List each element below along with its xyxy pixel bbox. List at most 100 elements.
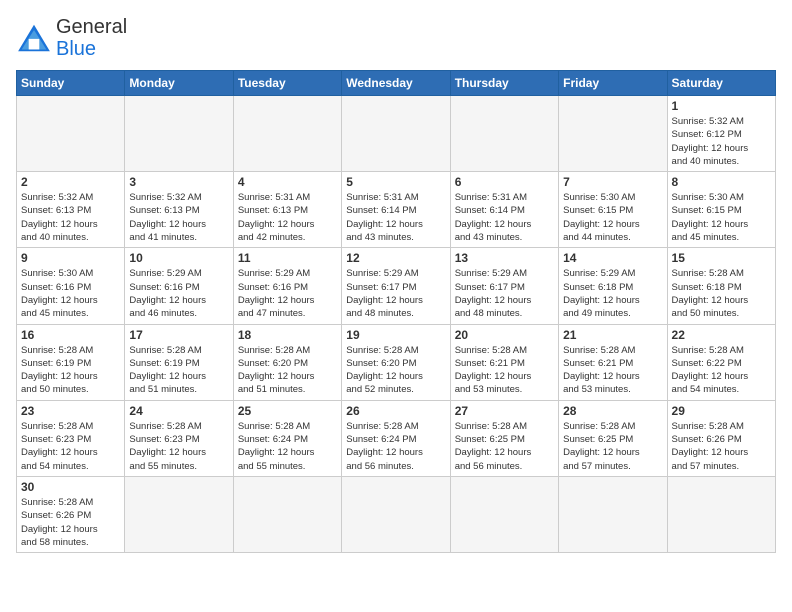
day-info: Sunrise: 5:29 AM Sunset: 6:18 PM Dayligh…: [563, 267, 662, 320]
day-info: Sunrise: 5:31 AM Sunset: 6:14 PM Dayligh…: [455, 191, 554, 244]
calendar-row-4: 16 Sunrise: 5:28 AM Sunset: 6:19 PM Dayli…: [17, 324, 776, 400]
calendar-header-row: SundayMondayTuesdayWednesdayThursdayFrid…: [17, 71, 776, 96]
calendar-cell-13: 8 Sunrise: 5:30 AM Sunset: 6:15 PM Daylig…: [667, 172, 775, 248]
day-number: 5: [346, 175, 445, 189]
day-number: 19: [346, 328, 445, 342]
day-info: Sunrise: 5:28 AM Sunset: 6:23 PM Dayligh…: [21, 420, 120, 473]
calendar-cell-19: 14 Sunrise: 5:29 AM Sunset: 6:18 PM Dayli…: [559, 248, 667, 324]
day-number: 22: [672, 328, 771, 342]
calendar-cell-39: [450, 476, 558, 552]
day-number: 30: [21, 480, 120, 494]
day-number: 16: [21, 328, 120, 342]
day-number: 18: [238, 328, 337, 342]
calendar-cell-22: 17Sunrise: 5:28 AM Sunset: 6:19 PM Dayli…: [125, 324, 233, 400]
calendar-cell-37: [233, 476, 341, 552]
weekday-header-friday: Friday: [559, 71, 667, 96]
day-info: Sunrise: 5:28 AM Sunset: 6:24 PM Dayligh…: [238, 420, 337, 473]
day-info: Sunrise: 5:30 AM Sunset: 6:15 PM Dayligh…: [563, 191, 662, 244]
day-number: 1: [672, 99, 771, 113]
day-info: Sunrise: 5:28 AM Sunset: 6:23 PM Dayligh…: [129, 420, 228, 473]
calendar-cell-0: [17, 96, 125, 172]
calendar-row-6: 30 Sunrise: 5:28 AM Sunset: 6:26 PM Dayli…: [17, 476, 776, 552]
day-number: 14: [563, 251, 662, 265]
day-number: 6: [455, 175, 554, 189]
calendar-cell-17: 12Sunrise: 5:29 AM Sunset: 6:17 PM Dayli…: [342, 248, 450, 324]
day-number: 27: [455, 404, 554, 418]
day-info: Sunrise: 5:32 AM Sunset: 6:13 PM Dayligh…: [129, 191, 228, 244]
weekday-header-sunday: Sunday: [17, 71, 125, 96]
calendar-cell-14: 9 Sunrise: 5:30 AM Sunset: 6:16 PM Daylig…: [17, 248, 125, 324]
day-number: 26: [346, 404, 445, 418]
calendar-cell-10: 5Sunrise: 5:31 AM Sunset: 6:14 PM Daylig…: [342, 172, 450, 248]
calendar-cell-12: 7 Sunrise: 5:30 AM Sunset: 6:15 PM Daylig…: [559, 172, 667, 248]
day-info: Sunrise: 5:31 AM Sunset: 6:13 PM Dayligh…: [238, 191, 337, 244]
day-number: 28: [563, 404, 662, 418]
day-info: Sunrise: 5:28 AM Sunset: 6:19 PM Dayligh…: [129, 344, 228, 397]
calendar-cell-7: 2 Sunrise: 5:32 AM Sunset: 6:13 PM Daylig…: [17, 172, 125, 248]
calendar-cell-25: 20 Sunrise: 5:28 AM Sunset: 6:21 PM Dayli…: [450, 324, 558, 400]
weekday-header-monday: Monday: [125, 71, 233, 96]
calendar-table: SundayMondayTuesdayWednesdayThursdayFrid…: [16, 70, 776, 553]
calendar-cell-21: 16 Sunrise: 5:28 AM Sunset: 6:19 PM Dayli…: [17, 324, 125, 400]
calendar-cell-6: 1 Sunrise: 5:32 AM Sunset: 6:12 PM Daylig…: [667, 96, 775, 172]
calendar-cell-24: 19 Sunrise: 5:28 AM Sunset: 6:20 PM Dayli…: [342, 324, 450, 400]
day-number: 9: [21, 251, 120, 265]
calendar-cell-38: [342, 476, 450, 552]
day-info: Sunrise: 5:29 AM Sunset: 6:17 PM Dayligh…: [455, 267, 554, 320]
logo: General Blue: [16, 16, 127, 60]
calendar-cell-11: 6 Sunrise: 5:31 AM Sunset: 6:14 PM Daylig…: [450, 172, 558, 248]
day-number: 3: [129, 175, 228, 189]
day-info: Sunrise: 5:28 AM Sunset: 6:19 PM Dayligh…: [21, 344, 120, 397]
calendar-cell-5: [559, 96, 667, 172]
day-number: 15: [672, 251, 771, 265]
calendar-row-5: 23 Sunrise: 5:28 AM Sunset: 6:23 PM Dayli…: [17, 400, 776, 476]
weekday-header-tuesday: Tuesday: [233, 71, 341, 96]
day-info: Sunrise: 5:28 AM Sunset: 6:24 PM Dayligh…: [346, 420, 445, 473]
calendar-cell-36: [125, 476, 233, 552]
day-number: 12: [346, 251, 445, 265]
calendar-row-2: 2 Sunrise: 5:32 AM Sunset: 6:13 PM Daylig…: [17, 172, 776, 248]
day-info: Sunrise: 5:32 AM Sunset: 6:13 PM Dayligh…: [21, 191, 120, 244]
calendar-cell-26: 21 Sunrise: 5:28 AM Sunset: 6:21 PM Dayli…: [559, 324, 667, 400]
day-number: 2: [21, 175, 120, 189]
calendar-cell-16: 11 Sunrise: 5:29 AM Sunset: 6:16 PM Dayli…: [233, 248, 341, 324]
day-number: 20: [455, 328, 554, 342]
logo-icon: [16, 23, 52, 53]
day-number: 29: [672, 404, 771, 418]
day-info: Sunrise: 5:28 AM Sunset: 6:22 PM Dayligh…: [672, 344, 771, 397]
day-info: Sunrise: 5:28 AM Sunset: 6:25 PM Dayligh…: [455, 420, 554, 473]
day-info: Sunrise: 5:28 AM Sunset: 6:21 PM Dayligh…: [563, 344, 662, 397]
day-info: Sunrise: 5:28 AM Sunset: 6:20 PM Dayligh…: [346, 344, 445, 397]
calendar-cell-32: 27 Sunrise: 5:28 AM Sunset: 6:25 PM Dayli…: [450, 400, 558, 476]
day-info: Sunrise: 5:28 AM Sunset: 6:26 PM Dayligh…: [21, 496, 120, 549]
day-number: 13: [455, 251, 554, 265]
day-number: 21: [563, 328, 662, 342]
calendar-cell-18: 13 Sunrise: 5:29 AM Sunset: 6:17 PM Dayli…: [450, 248, 558, 324]
day-info: Sunrise: 5:28 AM Sunset: 6:18 PM Dayligh…: [672, 267, 771, 320]
day-number: 23: [21, 404, 120, 418]
day-number: 8: [672, 175, 771, 189]
logo-text: General Blue: [56, 16, 127, 60]
calendar-row-3: 9 Sunrise: 5:30 AM Sunset: 6:16 PM Daylig…: [17, 248, 776, 324]
day-info: Sunrise: 5:29 AM Sunset: 6:16 PM Dayligh…: [238, 267, 337, 320]
day-info: Sunrise: 5:28 AM Sunset: 6:20 PM Dayligh…: [238, 344, 337, 397]
calendar-cell-9: 4Sunrise: 5:31 AM Sunset: 6:13 PM Daylig…: [233, 172, 341, 248]
day-number: 24: [129, 404, 228, 418]
calendar-cell-15: 10Sunrise: 5:29 AM Sunset: 6:16 PM Dayli…: [125, 248, 233, 324]
calendar-cell-34: 29 Sunrise: 5:28 AM Sunset: 6:26 PM Dayli…: [667, 400, 775, 476]
day-info: Sunrise: 5:30 AM Sunset: 6:16 PM Dayligh…: [21, 267, 120, 320]
calendar-cell-31: 26 Sunrise: 5:28 AM Sunset: 6:24 PM Dayli…: [342, 400, 450, 476]
day-number: 7: [563, 175, 662, 189]
weekday-header-saturday: Saturday: [667, 71, 775, 96]
day-info: Sunrise: 5:28 AM Sunset: 6:26 PM Dayligh…: [672, 420, 771, 473]
calendar-cell-29: 24 Sunrise: 5:28 AM Sunset: 6:23 PM Dayli…: [125, 400, 233, 476]
calendar-cell-33: 28Sunrise: 5:28 AM Sunset: 6:25 PM Dayli…: [559, 400, 667, 476]
day-number: 10: [129, 251, 228, 265]
day-info: Sunrise: 5:28 AM Sunset: 6:21 PM Dayligh…: [455, 344, 554, 397]
day-info: Sunrise: 5:30 AM Sunset: 6:15 PM Dayligh…: [672, 191, 771, 244]
calendar-cell-28: 23 Sunrise: 5:28 AM Sunset: 6:23 PM Dayli…: [17, 400, 125, 476]
day-info: Sunrise: 5:32 AM Sunset: 6:12 PM Dayligh…: [672, 115, 771, 168]
calendar-cell-40: [559, 476, 667, 552]
page-header: General Blue: [16, 16, 776, 60]
day-number: 11: [238, 251, 337, 265]
